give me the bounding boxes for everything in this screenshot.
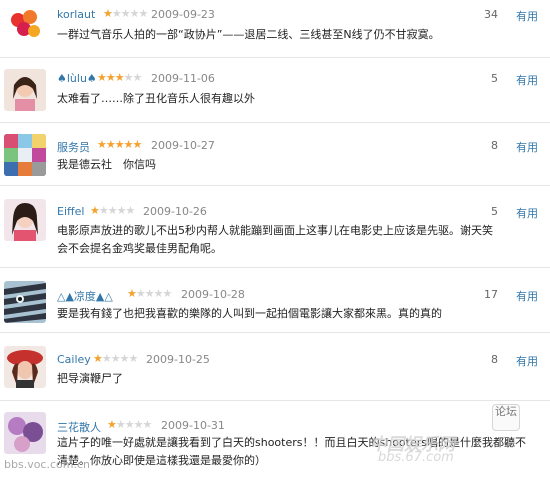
rating-stars: ★★★★★	[90, 204, 136, 217]
username[interactable]: korlaut	[57, 8, 95, 21]
star-empty-icon: ★	[110, 352, 121, 365]
star-empty-icon: ★	[124, 418, 135, 431]
useful-count: 34	[484, 8, 498, 21]
star-empty-icon: ★	[135, 287, 146, 300]
star-filled-icon: ★	[90, 204, 100, 217]
comment-item: korlaut ★★★★★ 2009-09-23 34 有用 一群过气音乐人拍的…	[0, 0, 550, 58]
star-empty-icon: ★	[138, 7, 149, 20]
star-filled-icon: ★	[123, 138, 134, 151]
star-filled-icon: ★	[132, 138, 143, 151]
star-filled-icon: ★	[114, 138, 125, 151]
forum-watermark-badge: 论坛	[492, 404, 520, 431]
comment-item: Eiffel ★★★★★ 2009-10-26 5 有用 电影原声放进的歌儿不出…	[0, 185, 550, 268]
avatar[interactable]	[4, 199, 46, 241]
star-empty-icon: ★	[101, 352, 112, 365]
star-empty-icon: ★	[128, 352, 139, 365]
comment-date: 2009-10-25	[146, 353, 210, 366]
comment-text: 這片子的唯一好處就是讓我看到了白天的shooters！！而且白天的shooter…	[57, 436, 526, 467]
username[interactable]: 服务员	[57, 139, 90, 155]
star-filled-icon: ★	[103, 7, 113, 20]
star-empty-icon: ★	[133, 418, 144, 431]
star-empty-icon: ★	[132, 71, 143, 84]
useful-count: 5	[491, 205, 498, 218]
avatar[interactable]	[4, 6, 46, 48]
star-empty-icon: ★	[123, 71, 134, 84]
star-empty-icon: ★	[153, 287, 164, 300]
avatar[interactable]	[4, 69, 46, 111]
avatar[interactable]	[4, 134, 46, 176]
useful-count: 5	[491, 72, 498, 85]
star-filled-icon: ★	[127, 287, 137, 300]
star-empty-icon: ★	[111, 7, 122, 20]
comment-text: 把导演鞭尸了	[57, 372, 123, 385]
rating-stars: ★★★★★	[127, 287, 173, 300]
avatar[interactable]	[4, 281, 46, 323]
comment-text: 要是我有錢了也把我喜歡的樂隊的人叫到一起拍個電影讓大家都來黑。真的真的	[57, 307, 442, 320]
rating-stars: ★★★★★	[97, 71, 143, 84]
star-filled-icon: ★	[105, 71, 116, 84]
comment-text: 一群过气音乐人拍的一部“政协片”——退居二线、三线甚至N线了仍不甘寂寞。	[57, 28, 440, 41]
comment-date: 2009-09-23	[151, 8, 215, 21]
star-empty-icon: ★	[162, 287, 173, 300]
rating-stars: ★★★★★	[107, 418, 153, 431]
useful-count: 8	[491, 353, 498, 366]
useful-button[interactable]: 有用	[516, 288, 538, 304]
comment-text: 我是德云社 你信吗	[57, 158, 156, 171]
star-filled-icon: ★	[114, 71, 125, 84]
useful-button[interactable]: 有用	[516, 139, 538, 155]
useful-count: 8	[491, 139, 498, 152]
site-watermark-left: bbs.voc.com.cn	[4, 458, 90, 471]
useful-button[interactable]: 有用	[516, 8, 538, 24]
comment-date: 2009-10-28	[181, 288, 245, 301]
star-filled-icon: ★	[97, 71, 107, 84]
star-empty-icon: ★	[129, 7, 140, 20]
comment-text: 电影原声放进的歌儿不出5秒内帮人就能蹦到画面上这事儿在电影史上应该是先驱。谢天笑…	[57, 224, 493, 255]
star-empty-icon: ★	[115, 418, 126, 431]
username[interactable]: 三花散人	[57, 419, 101, 435]
username[interactable]: Cailey	[57, 353, 91, 366]
star-filled-icon: ★	[97, 138, 107, 151]
comment-date: 2009-11-06	[151, 72, 215, 85]
star-empty-icon: ★	[98, 204, 109, 217]
star-empty-icon: ★	[107, 204, 118, 217]
comment-item: Cailey ★★★★★ 2009-10-25 8 有用 把导演鞭尸了	[0, 332, 550, 401]
useful-button[interactable]: 有用	[516, 205, 538, 221]
site-watermark-url: bbs.67.com	[378, 450, 454, 465]
username[interactable]: ♠lùlu♠	[57, 72, 97, 85]
username[interactable]: Eiffel	[57, 205, 84, 218]
rating-stars: ★★★★★	[93, 352, 139, 365]
comment-text: 太难看了……除了丑化音乐人很有趣以外	[57, 92, 255, 105]
rating-stars: ★★★★★	[97, 138, 143, 151]
comment-item: 服务员 ★★★★★ 2009-10-27 8 有用 我是德云社 你信吗	[0, 122, 550, 186]
star-empty-icon: ★	[116, 204, 127, 217]
useful-count: 17	[484, 288, 498, 301]
avatar[interactable]	[4, 412, 46, 454]
comment-date: 2009-10-31	[161, 419, 225, 432]
username[interactable]: △▲凉度▲△	[57, 288, 113, 304]
star-empty-icon: ★	[120, 7, 131, 20]
star-filled-icon: ★	[107, 418, 117, 431]
comment-date: 2009-10-26	[143, 205, 207, 218]
comment-item: ♠lùlu♠ ★★★★★ 2009-11-06 5 有用 太难看了……除了丑化音…	[0, 57, 550, 123]
star-empty-icon: ★	[119, 352, 130, 365]
rating-stars: ★★★★★	[103, 7, 149, 20]
star-empty-icon: ★	[125, 204, 136, 217]
star-empty-icon: ★	[144, 287, 155, 300]
useful-button[interactable]: 有用	[516, 353, 538, 369]
avatar[interactable]	[4, 346, 46, 388]
star-filled-icon: ★	[93, 352, 103, 365]
useful-button[interactable]: 有用	[516, 72, 538, 88]
comment-date: 2009-10-27	[151, 139, 215, 152]
star-empty-icon: ★	[142, 418, 153, 431]
star-filled-icon: ★	[105, 138, 116, 151]
comment-item: △▲凉度▲△ ★★★★★ 2009-10-28 17 有用 要是我有錢了也把我喜…	[0, 267, 550, 333]
